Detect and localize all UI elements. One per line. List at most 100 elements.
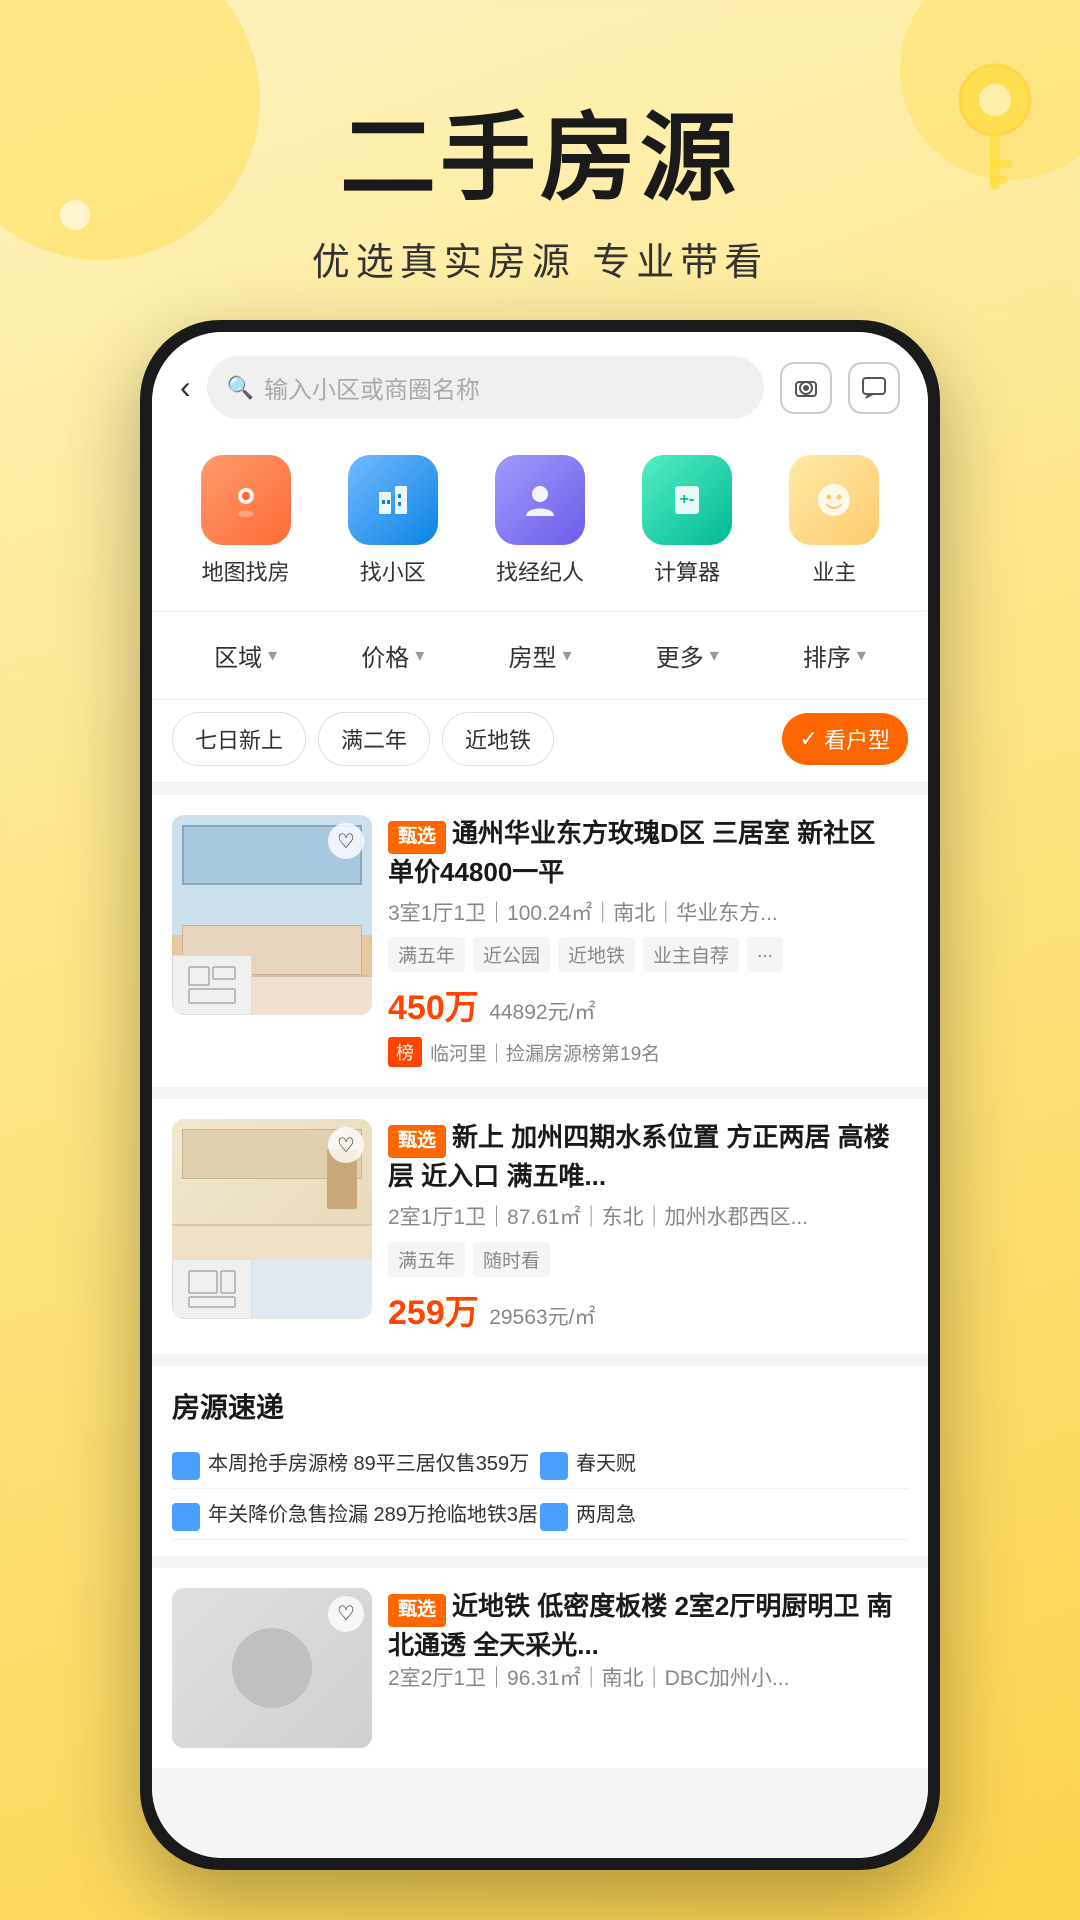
page-title: 二手房源 [0, 80, 1080, 219]
speed-item-1[interactable]: 本周抢手房源榜 89平三居仅售359万 [172, 1442, 540, 1489]
nav-item-owner[interactable]: 业主 [789, 455, 879, 587]
favorite-button-1[interactable]: ♡ [328, 823, 364, 859]
page-subtitle: 优选真实房源 专业带看 [0, 231, 1080, 286]
arrow-icon-5: ▾ [857, 645, 866, 666]
arrow-icon-3: ▾ [562, 645, 571, 666]
listing-rank-1: 榜 临河里｜捡漏房源榜第19名 [388, 1037, 908, 1067]
tag-anytime: 随时看 [473, 1242, 550, 1277]
calculator-icon: +- [642, 455, 732, 545]
listing-badge-1: 甄选 [388, 821, 446, 854]
nav-item-calculator[interactable]: +- 计算器 [642, 455, 732, 587]
arrow-icon-2: ▾ [415, 645, 424, 666]
listing-info-2: 甄选新上 加州四期水系位置 方正两居 高楼层 近入口 满五唯... 2室1厅1卫… [388, 1119, 908, 1333]
search-placeholder: 输入小区或商圈名称 [264, 370, 480, 405]
floorplan-thumb-2 [172, 1259, 252, 1319]
agent-icon [495, 455, 585, 545]
community-icon [348, 455, 438, 545]
svg-text:+-: +- [680, 491, 695, 508]
tag-new[interactable]: 七日新上 [172, 712, 306, 766]
tag-full5: 满五年 [388, 937, 465, 972]
search-bar-area: ‹ 🔍 输入小区或商圈名称 [152, 332, 928, 435]
filter-area[interactable]: 区域 ▾ [172, 628, 319, 683]
nav-label-map: 地图找房 [202, 555, 290, 587]
quick-nav: 地图找房 找小区 [152, 435, 928, 612]
message-button[interactable] [848, 362, 900, 414]
tag-more: ... [747, 937, 783, 972]
header-section: 二手房源 优选真实房源 专业带看 [0, 0, 1080, 326]
map-icon [201, 455, 291, 545]
speed-icon-4 [540, 1503, 568, 1531]
speed-icon-3 [172, 1503, 200, 1531]
listing-badge-3: 甄选 [388, 1594, 446, 1627]
listing-title-2: 甄选新上 加州四期水系位置 方正两居 高楼层 近入口 满五唯... [388, 1119, 908, 1194]
rank-text-1: 临河里｜捡漏房源榜第19名 [430, 1039, 660, 1066]
listing-image-2: ♡ [172, 1119, 372, 1319]
arrow-icon: ▾ [268, 645, 277, 666]
camera-button[interactable] [780, 362, 832, 414]
arrow-icon-4: ▾ [710, 645, 719, 666]
listing-tags-2: 满五年 随时看 [388, 1242, 908, 1277]
tag-park: 近公园 [473, 937, 550, 972]
listing-price-row-2: 259万 29563元/㎡ [388, 1285, 908, 1334]
speed-title: 房源速递 [172, 1386, 908, 1426]
tag-subway: 近地铁 [558, 937, 635, 972]
listing-image-3: ♡ [172, 1588, 372, 1748]
filter-price-label: 价格 [361, 638, 409, 673]
speed-section: 房源速递 本周抢手房源榜 89平三居仅售359万 春天贶 年关降价急售捡漏 28… [152, 1366, 928, 1556]
speed-text-1: 本周抢手房源榜 89平三居仅售359万 [208, 1450, 529, 1478]
listings-area: ♡ 甄选通州华业东方玫瑰D区 三居室 新社区 单价44800一平 3室1厅1卫｜… [152, 783, 928, 1858]
favorite-button-3[interactable]: ♡ [328, 1596, 364, 1632]
speed-text-3: 年关降价急售捡漏 289万抢临地铁3居 [208, 1501, 538, 1529]
filter-sort[interactable]: 排序 ▾ [761, 628, 908, 683]
speed-text-4: 两周急 [576, 1501, 636, 1529]
tag-floor-plan[interactable]: ✓ 看户型 [782, 713, 908, 765]
search-icon: 🔍 [227, 375, 254, 401]
check-icon: ✓ [800, 726, 818, 752]
nav-item-agent[interactable]: 找经纪人 [495, 455, 585, 587]
phone-screen: ‹ 🔍 输入小区或商圈名称 [152, 332, 928, 1858]
listing-badge-2: 甄选 [388, 1125, 446, 1158]
nav-label-community: 找小区 [360, 555, 426, 587]
tag-self: 业主自荐 [643, 937, 739, 972]
nav-label-owner: 业主 [812, 555, 856, 587]
listing-price-unit-1: 44892元/㎡ [489, 1001, 595, 1024]
search-input-box[interactable]: 🔍 输入小区或商圈名称 [207, 356, 764, 419]
listing-card-2[interactable]: ♡ 甄选新上 加州四期水系位置 方正两居 高楼层 近入口 满五唯... 2室1厅… [152, 1099, 928, 1353]
listing-card-3[interactable]: ♡ 甄选近地铁 低密度板楼 2室2厅明厨明卫 南北通透 全天采光... 2室2厅… [152, 1568, 928, 1768]
tag-metro[interactable]: 近地铁 [442, 712, 554, 766]
speed-item-4[interactable]: 两周急 [540, 1493, 908, 1540]
rank-badge-1: 榜 [388, 1037, 422, 1067]
tag-five-year[interactable]: 满二年 [318, 712, 430, 766]
nav-item-community[interactable]: 找小区 [348, 455, 438, 587]
phone-frame: ‹ 🔍 输入小区或商圈名称 [140, 320, 940, 1870]
speed-item-2[interactable]: 春天贶 [540, 1442, 908, 1489]
back-button[interactable]: ‹ [180, 369, 191, 406]
listing-price-1: 450万 [388, 989, 479, 1027]
listing-meta-1: 3室1厅1卫｜100.24㎡｜南北｜华业东方... [388, 898, 908, 930]
listing-info-1: 甄选通州华业东方玫瑰D区 三居室 新社区 单价44800一平 3室1厅1卫｜10… [388, 815, 908, 1067]
tags-row: 七日新上 满二年 近地铁 ✓ 看户型 [152, 700, 928, 783]
filter-more[interactable]: 更多 ▾ [614, 628, 761, 683]
filter-roomtype[interactable]: 房型 ▾ [466, 628, 613, 683]
listing-card-1[interactable]: ♡ 甄选通州华业东方玫瑰D区 三居室 新社区 单价44800一平 3室1厅1卫｜… [152, 795, 928, 1087]
nav-label-calculator: 计算器 [654, 555, 720, 587]
nav-item-map[interactable]: 地图找房 [201, 455, 291, 587]
listing-price-2: 259万 [388, 1294, 479, 1332]
filter-price[interactable]: 价格 ▾ [319, 628, 466, 683]
floorplan-thumb-1 [172, 955, 252, 1015]
speed-icon-1 [172, 1452, 200, 1480]
listing-price-unit-2: 29563元/㎡ [489, 1306, 595, 1329]
nav-label-agent: 找经纪人 [496, 555, 584, 587]
listing-title-1: 甄选通州华业东方玫瑰D区 三居室 新社区 单价44800一平 [388, 815, 908, 890]
filter-more-label: 更多 [656, 638, 704, 673]
speed-icon-2 [540, 1452, 568, 1480]
tag-floor-plan-label: 看户型 [824, 723, 890, 755]
speed-grid: 本周抢手房源榜 89平三居仅售359万 春天贶 年关降价急售捡漏 289万抢临地… [172, 1442, 908, 1556]
speed-item-3[interactable]: 年关降价急售捡漏 289万抢临地铁3居 [172, 1493, 540, 1540]
listing-title-3: 甄选近地铁 低密度板楼 2室2厅明厨明卫 南北通透 全天采光... [388, 1588, 908, 1663]
filter-area-label: 区域 [214, 638, 262, 673]
listing-image-1: ♡ [172, 815, 372, 1015]
speed-text-2: 春天贶 [576, 1450, 636, 1478]
filter-sort-label: 排序 [803, 638, 851, 673]
filter-tabs: 区域 ▾ 价格 ▾ 房型 ▾ 更多 ▾ 排序 ▾ [152, 612, 928, 700]
